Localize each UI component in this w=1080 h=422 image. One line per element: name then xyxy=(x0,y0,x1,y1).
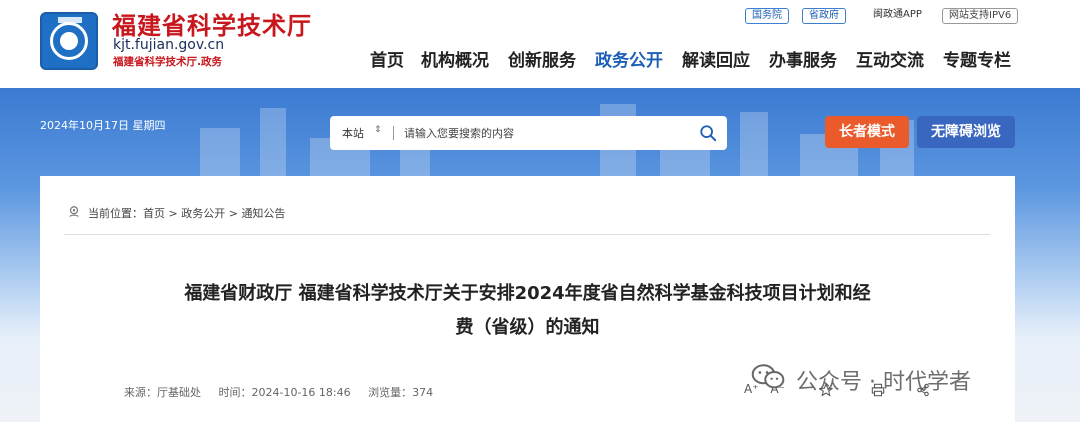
article-title-line-1: 福建省财政厅 福建省科学技术厅关于安排2024年度省自然科学基金科技项目计划和经 xyxy=(184,283,871,304)
updown-arrow-icon[interactable]: ⇕ xyxy=(374,125,382,135)
search-input[interactable] xyxy=(404,122,684,144)
location-pin-icon xyxy=(69,206,79,217)
nav-interpretation[interactable]: 解读回应 xyxy=(682,46,750,71)
article-title: 福建省财政厅 福建省科学技术厅关于安排2024年度省自然科学基金科技项目计划和经… xyxy=(110,277,945,345)
site-name[interactable]: 福建省科学技术厅 xyxy=(112,6,312,41)
breadcrumb-label: 当前位置： xyxy=(88,207,143,220)
nav-gov-affairs[interactable]: 政务公开 xyxy=(595,46,663,71)
search-icon[interactable] xyxy=(699,124,717,142)
link-provincial-gov[interactable]: 省政府 xyxy=(802,8,846,24)
search-box: 本站 ⇕ xyxy=(330,116,727,150)
ipv6-badge: 网站支持IPV6 xyxy=(942,8,1019,24)
breadcrumb-sep: > xyxy=(165,207,182,220)
link-mzt-app[interactable]: 闽政通APP xyxy=(873,8,922,24)
nav-home[interactable]: 首页 xyxy=(370,46,404,71)
nav-org[interactable]: 机构概况 xyxy=(421,46,489,71)
nav-innovation[interactable]: 创新服务 xyxy=(508,46,576,71)
site-domain: kjt.fujian.gov.cn xyxy=(113,37,225,53)
nav-interaction[interactable]: 互动交流 xyxy=(856,46,924,71)
search-scope-select[interactable]: 本站 xyxy=(342,125,364,141)
article-time: 时间：2024-10-16 18:46 xyxy=(218,386,351,399)
watermark-text: 公众号 · 时代学者 xyxy=(796,370,971,395)
breadcrumb: 当前位置：首页 > 政务公开 > 通知公告 xyxy=(88,205,285,221)
site-subtitle: 福建省科学技术厅.政务 xyxy=(113,56,222,68)
site-header: 福建省科学技术厅 kjt.fujian.gov.cn 福建省科学技术厅.政务 国… xyxy=(0,0,1080,88)
current-date: 2024年10月17日 星期四 xyxy=(40,119,166,132)
breadcrumb-notices[interactable]: 通知公告 xyxy=(241,207,285,220)
article-views: 浏览量：374 xyxy=(368,386,434,399)
article-source: 来源：厅基础处 xyxy=(124,386,201,399)
breadcrumb-gov-affairs[interactable]: 政务公开 xyxy=(181,207,225,220)
nav-topics[interactable]: 专题专栏 xyxy=(943,46,1011,71)
wechat-icon xyxy=(751,364,785,389)
breadcrumb-home[interactable]: 首页 xyxy=(143,207,165,220)
breadcrumb-sep: > xyxy=(225,207,242,220)
accessible-browse-button[interactable]: 无障碍浏览 xyxy=(917,116,1015,148)
nav-services[interactable]: 办事服务 xyxy=(769,46,837,71)
site-emblem-icon[interactable] xyxy=(40,12,98,70)
article-meta: 来源：厅基础处 时间：2024-10-16 18:46 浏览量：374 xyxy=(124,384,447,400)
link-state-council[interactable]: 国务院 xyxy=(745,8,789,24)
article-title-line-2: 费（省级）的通知 xyxy=(455,317,600,338)
divider xyxy=(64,234,990,235)
search-divider xyxy=(393,126,394,140)
elder-mode-button[interactable]: 长者模式 xyxy=(825,116,909,148)
